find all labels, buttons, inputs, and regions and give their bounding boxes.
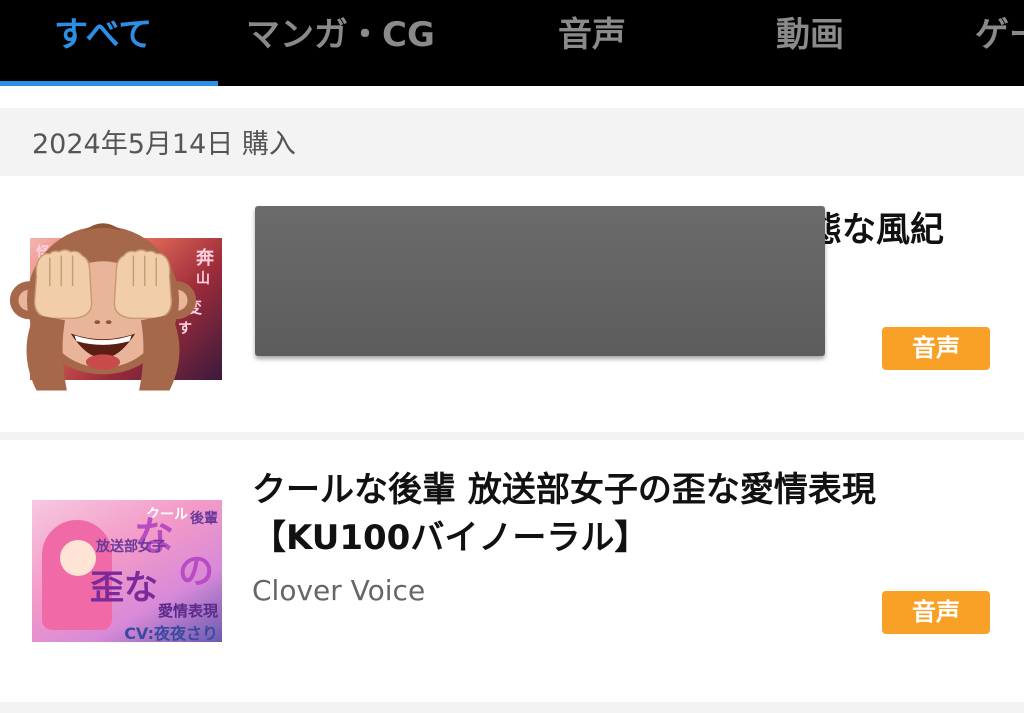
tab-video[interactable]: 動画 xyxy=(776,12,844,58)
cover-text: の xyxy=(177,551,214,592)
cover-text: 放送部女子 xyxy=(96,539,166,555)
tab-all[interactable]: すべて xyxy=(54,12,152,58)
item-title[interactable]: クールな後輩 放送部女子の歪な愛情表現 【KU100バイノーラル】 xyxy=(252,466,992,562)
cover-text: 山 xyxy=(196,271,210,287)
item-title-line: クールな後輩 放送部女子の歪な愛情表現 xyxy=(252,470,876,510)
tab-bar-separator xyxy=(0,86,1024,108)
category-badge-audio: 音声 xyxy=(882,327,990,370)
purchase-date-header: 2024年5月14日 購入 xyxy=(32,129,296,160)
item-author[interactable]: Clover Voice xyxy=(252,574,425,607)
item-title-line: 【KU100バイノーラル】 xyxy=(252,518,649,558)
item-title-partial[interactable]: 態な風紀 xyxy=(808,206,944,254)
cover-text: CV:夜夜さり xyxy=(124,624,218,642)
cover-text: 歪な xyxy=(90,568,158,608)
tab-audio[interactable]: 音声 xyxy=(558,12,626,58)
purchase-item-card[interactable]: 怪 奔 山 変 す 態な風 xyxy=(0,176,1024,432)
category-tab-bar: すべて マンガ・CG 音声 動画 ゲー xyxy=(0,0,1024,86)
item-thumbnail[interactable]: クール な 後輩 放送部女子 の 歪な 愛情表現 CV:夜夜さり xyxy=(32,500,222,642)
category-badge-audio: 音声 xyxy=(882,591,990,634)
cover-text: 後輩 xyxy=(190,511,218,527)
tab-game[interactable]: ゲー xyxy=(975,12,1024,58)
redaction-box xyxy=(255,206,825,356)
see-no-evil-monkey-icon xyxy=(9,223,197,391)
purchase-item-card[interactable]: クール な 後輩 放送部女子 の 歪な 愛情表現 CV:夜夜さり クールな後輩 … xyxy=(0,440,1024,702)
cover-text: 愛情表現 xyxy=(157,602,218,620)
cover-text: 奔 xyxy=(196,248,214,269)
tab-manga-cg[interactable]: マンガ・CG xyxy=(246,12,435,58)
